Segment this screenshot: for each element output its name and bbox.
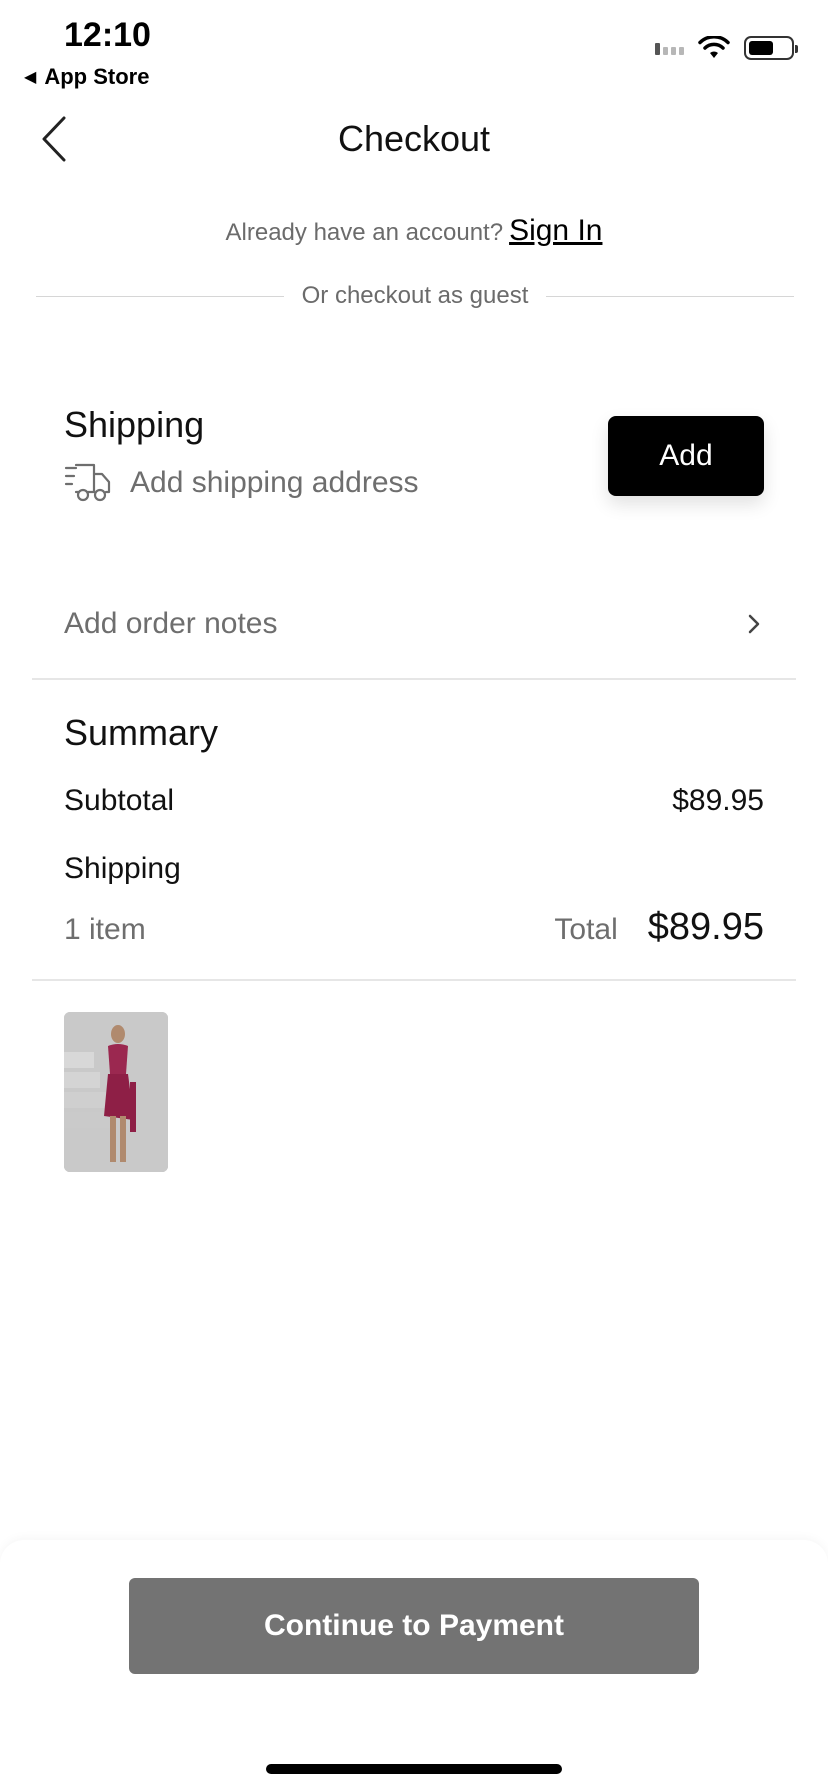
sign-in-link[interactable]: Sign In [509, 214, 602, 247]
total-label: Total [554, 913, 618, 946]
section-divider [32, 678, 796, 680]
section-divider [32, 979, 796, 981]
divider-line [546, 295, 794, 297]
subtotal-value: $89.95 [672, 784, 764, 817]
order-notes-label: Add order notes [64, 607, 278, 640]
back-to-app-store[interactable]: ◀ App Store [24, 64, 149, 90]
back-app-label: App Store [44, 64, 150, 89]
shipping-title: Shipping [64, 404, 205, 445]
order-notes-row[interactable]: Add order notes [64, 600, 762, 648]
signal-icon [655, 41, 684, 55]
summary-title: Summary [64, 712, 219, 753]
product-thumbnail[interactable] [64, 1012, 168, 1172]
shipping-cost-row: Shipping [64, 852, 764, 886]
shipping-cost-label: Shipping [64, 852, 181, 885]
guest-divider: Or checkout as guest [36, 282, 794, 310]
total-value: $89.95 [647, 906, 764, 948]
battery-icon [744, 36, 798, 60]
account-prompt: Already have an account? [225, 219, 504, 246]
divider-line [36, 295, 284, 297]
shipping-address-label: Add shipping address [130, 466, 419, 499]
home-indicator[interactable] [266, 1764, 562, 1774]
status-time: 12:10 [64, 16, 151, 54]
guest-label: Or checkout as guest [301, 282, 529, 309]
subtotal-label: Subtotal [64, 784, 175, 817]
product-image [64, 1012, 168, 1172]
continue-to-payment-button[interactable]: Continue to Payment [129, 1578, 699, 1674]
sign-in-row: Already have an account? Sign In [0, 214, 828, 248]
item-count: 1 item [64, 913, 146, 946]
page-title: Checkout [337, 118, 491, 159]
wifi-icon [698, 36, 730, 58]
total-row: 1 item Total $89.95 [64, 906, 764, 949]
subtotal-row: Subtotal $89.95 [64, 784, 764, 818]
back-triangle-icon: ◀ [24, 69, 37, 86]
shipping-address-row[interactable]: Add shipping address [64, 462, 419, 504]
add-shipping-button[interactable]: Add [608, 416, 764, 496]
total-group: Total $89.95 [554, 906, 764, 949]
delivery-truck-icon [64, 463, 111, 502]
chevron-right-icon [748, 614, 760, 634]
status-indicators [655, 36, 798, 60]
